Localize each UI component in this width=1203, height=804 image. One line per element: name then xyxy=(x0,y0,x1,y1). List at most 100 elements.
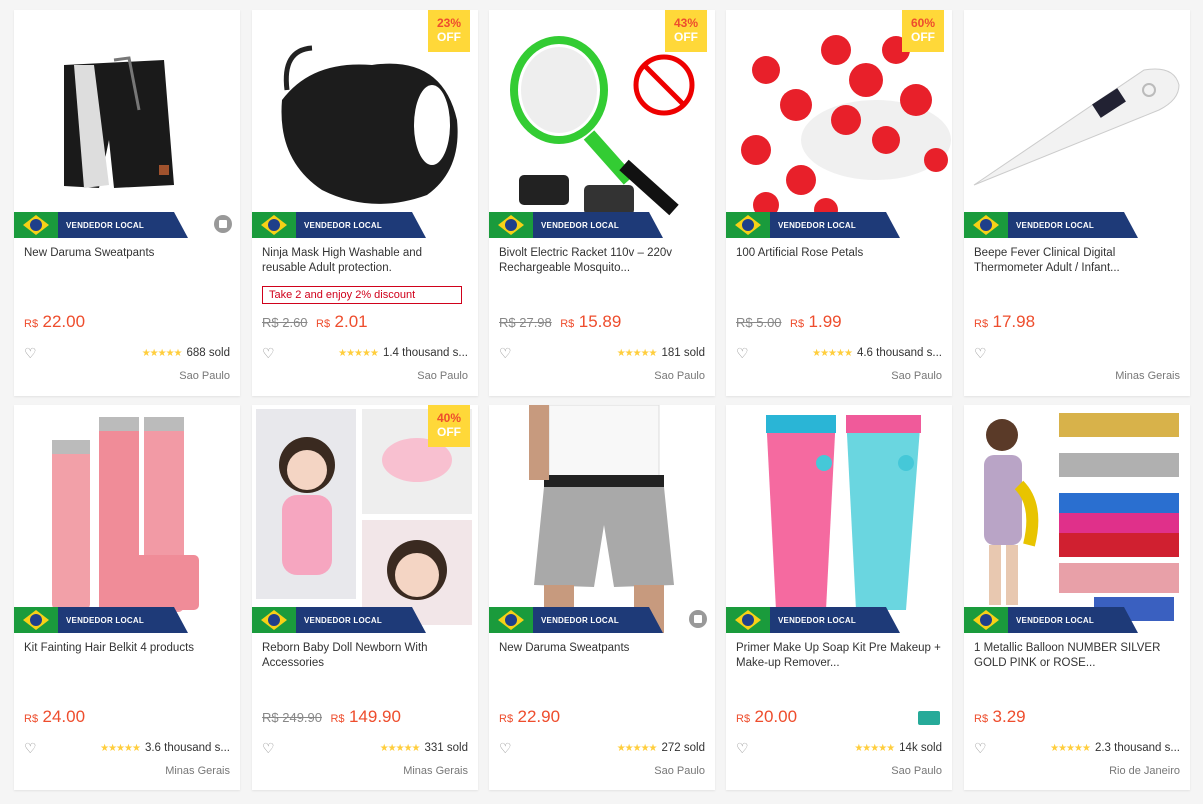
product-card[interactable]: 40% OFF VENDEDOR LOCAL Reborn Baby Doll … xyxy=(252,405,478,790)
product-image: VENDEDOR LOCAL xyxy=(964,405,1190,633)
product-title: Reborn Baby Doll Newborn With Accessorie… xyxy=(262,642,428,669)
product-price: R$ 27.98 R$ 15.89 xyxy=(499,312,622,331)
product-price: R$ 22.00 xyxy=(24,312,86,331)
product-card[interactable]: 43% OFF VENDEDOR LOCAL Bivolt Electric R… xyxy=(489,10,715,396)
product-card[interactable]: VENDEDOR LOCAL Kit Fainting Hair Belkit … xyxy=(14,405,240,790)
seller-location: Sao Paulo xyxy=(179,370,230,382)
like-heart-icon[interactable]: ♡ xyxy=(262,346,276,360)
like-heart-icon[interactable]: ♡ xyxy=(499,741,513,755)
seller-location: Rio de Janeiro xyxy=(1109,765,1180,777)
like-heart-icon[interactable]: ♡ xyxy=(736,346,750,360)
brazil-flag-icon xyxy=(726,607,770,633)
like-heart-icon[interactable]: ♡ xyxy=(974,741,988,755)
product-grid: VENDEDOR LOCAL New Daruma Sweatpants R$ … xyxy=(0,0,1203,804)
product-card[interactable]: VENDEDOR LOCAL Beepe Fever Clinical Digi… xyxy=(964,10,1190,396)
product-price: R$ 249.90 R$ 149.90 xyxy=(262,707,401,726)
product-image: VENDEDOR LOCAL xyxy=(489,405,715,633)
star-rating-icon: ★★★★★ xyxy=(379,743,421,754)
star-rating-icon: ★★★★★ xyxy=(854,743,895,754)
promo-tag: Take 2 and enjoy 2% discount xyxy=(262,286,462,304)
product-title: 1 Metallic Balloon NUMBER SILVER GOLD PI… xyxy=(974,642,1161,669)
star-rating-icon: ★★★★★ xyxy=(616,743,658,754)
product-card[interactable]: 60% OFF VENDEDOR LOCAL 100 Artificial Ro… xyxy=(726,10,952,396)
like-heart-icon[interactable]: ♡ xyxy=(736,741,750,755)
rating-sold: ★★★★★ 14k sold xyxy=(854,742,942,754)
like-heart-icon[interactable]: ♡ xyxy=(262,741,276,755)
product-card[interactable]: VENDEDOR LOCAL 1 Metallic Balloon NUMBER… xyxy=(964,405,1190,790)
rating-sold: ★★★★★ 272 sold xyxy=(616,742,705,754)
star-rating-icon: ★★★★★ xyxy=(616,348,658,359)
brazil-flag-icon xyxy=(489,607,533,633)
product-image: VENDEDOR LOCAL xyxy=(14,405,240,633)
discount-badge: 40% OFF xyxy=(428,405,470,447)
like-heart-icon[interactable]: ♡ xyxy=(24,741,38,755)
brazil-flag-icon xyxy=(14,212,58,238)
product-image: VENDEDOR LOCAL xyxy=(14,10,240,238)
seller-location: Minas Gerais xyxy=(403,765,468,777)
product-price: R$ 5.00 R$ 1.99 xyxy=(736,312,842,331)
seller-location: Sao Paulo xyxy=(654,765,705,777)
like-heart-icon[interactable]: ♡ xyxy=(499,346,513,360)
product-card[interactable]: VENDEDOR LOCAL New Daruma Sweatpants R$ … xyxy=(14,10,240,396)
product-title: Bivolt Electric Racket 110v – 220v Recha… xyxy=(499,247,673,274)
product-price: R$ 3.29 xyxy=(974,707,1026,726)
rating-sold: ★★★★★ 2.3 thousand s... xyxy=(1050,742,1180,754)
brazil-flag-icon xyxy=(726,212,770,238)
product-image: 40% OFF VENDEDOR LOCAL xyxy=(252,405,478,633)
product-price: R$ 2.60 R$ 2.01 xyxy=(262,312,368,331)
star-rating-icon: ★★★★★ xyxy=(1050,743,1091,754)
local-seller-badge: VENDEDOR LOCAL xyxy=(14,607,188,633)
like-heart-icon[interactable]: ♡ xyxy=(974,346,988,360)
local-seller-badge: VENDEDOR LOCAL xyxy=(252,212,426,238)
brazil-flag-icon xyxy=(964,607,1008,633)
product-title: Kit Fainting Hair Belkit 4 products xyxy=(24,642,195,654)
product-image: 60% OFF VENDEDOR LOCAL xyxy=(726,10,952,238)
local-seller-badge: VENDEDOR LOCAL xyxy=(726,607,900,633)
seller-location: Sao Paulo xyxy=(891,765,942,777)
product-title: Beepe Fever Clinical Digital Thermometer… xyxy=(974,247,1120,274)
brazil-flag-icon xyxy=(252,607,296,633)
product-title: Ninja Mask High Washable and reusable Ad… xyxy=(262,247,423,274)
product-title: New Daruma Sweatpants xyxy=(24,247,155,259)
product-title: New Daruma Sweatpants xyxy=(499,642,630,654)
local-seller-badge: VENDEDOR LOCAL xyxy=(252,607,426,633)
rating-sold: ★★★★★ 1.4 thousand s... xyxy=(338,347,468,359)
local-seller-badge: VENDEDOR LOCAL xyxy=(489,212,663,238)
discount-badge: 60% OFF xyxy=(902,10,944,52)
star-rating-icon: ★★★★★ xyxy=(338,348,379,359)
product-price: R$ 24.00 xyxy=(24,707,86,726)
discount-badge: 43% OFF xyxy=(665,10,707,52)
local-seller-badge: VENDEDOR LOCAL xyxy=(964,212,1138,238)
video-icon xyxy=(689,610,707,628)
local-seller-badge: VENDEDOR LOCAL xyxy=(489,607,663,633)
brazil-flag-icon xyxy=(14,607,58,633)
seller-location: Minas Gerais xyxy=(1115,370,1180,382)
rating-sold: ★★★★★ 4.6 thousand s... xyxy=(812,347,942,359)
product-price: R$ 20.00 xyxy=(736,707,798,726)
like-heart-icon[interactable]: ♡ xyxy=(24,346,38,360)
local-seller-badge: VENDEDOR LOCAL xyxy=(14,212,188,238)
product-card[interactable]: VENDEDOR LOCAL Primer Make Up Soap Kit P… xyxy=(726,405,952,790)
product-image: VENDEDOR LOCAL xyxy=(726,405,952,633)
seller-location: Sao Paulo xyxy=(654,370,705,382)
product-price: R$ 22.90 xyxy=(499,707,561,726)
product-card[interactable]: VENDEDOR LOCAL New Daruma Sweatpants R$ … xyxy=(489,405,715,790)
rating-sold: ★★★★★ 181 sold xyxy=(616,347,705,359)
star-rating-icon: ★★★★★ xyxy=(141,348,183,359)
brazil-flag-icon xyxy=(489,212,533,238)
local-seller-badge: VENDEDOR LOCAL xyxy=(726,212,900,238)
star-rating-icon: ★★★★★ xyxy=(100,743,141,754)
brazil-flag-icon xyxy=(252,212,296,238)
product-image: VENDEDOR LOCAL xyxy=(964,10,1190,238)
seller-location: Sao Paulo xyxy=(891,370,942,382)
local-seller-badge: VENDEDOR LOCAL xyxy=(964,607,1138,633)
video-icon xyxy=(214,215,232,233)
product-card[interactable]: 23% OFF VENDEDOR LOCAL Ninja Mask High W… xyxy=(252,10,478,396)
seller-location: Minas Gerais xyxy=(165,765,230,777)
rating-sold: ★★★★★ 688 sold xyxy=(141,347,230,359)
discount-badge: 23% OFF xyxy=(428,10,470,52)
product-title: 100 Artificial Rose Petals xyxy=(736,247,864,259)
rating-sold: ★★★★★ 331 sold xyxy=(379,742,468,754)
star-rating-icon: ★★★★★ xyxy=(812,348,853,359)
free-shipping-truck-icon xyxy=(918,711,940,725)
